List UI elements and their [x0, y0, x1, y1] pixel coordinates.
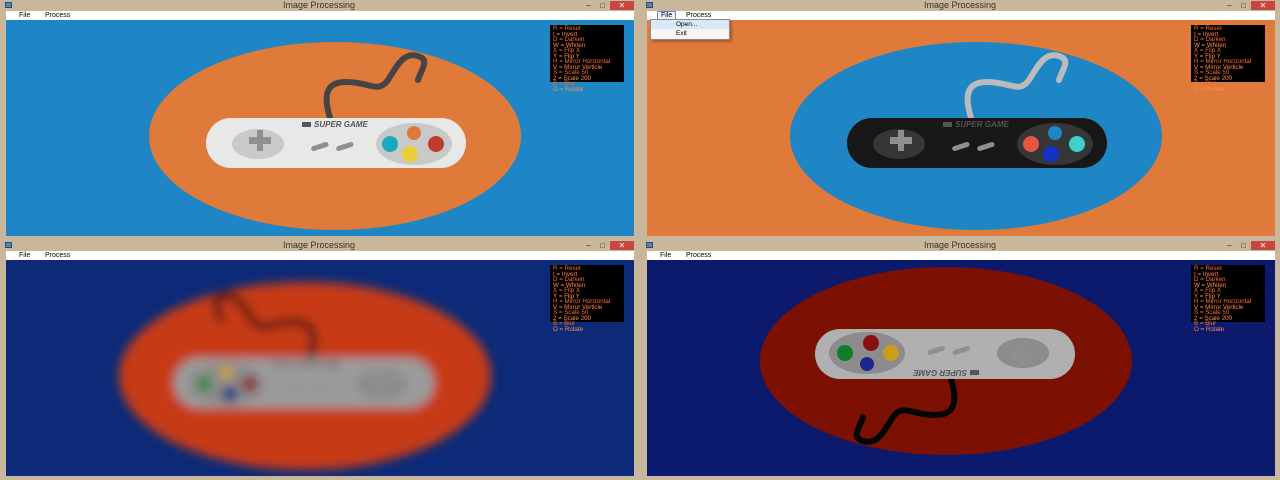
- brand-logo-icon: [970, 370, 979, 375]
- controller-brand-text: SUPER GAME: [913, 368, 967, 377]
- face-button: [860, 357, 874, 371]
- menu-bar: File Process: [6, 11, 634, 20]
- shortcut-legend: R = Reset I = Invert D = Darken W = Whiten X…: [1191, 25, 1265, 92]
- title-bar[interactable]: Image Processing – □ ✕: [643, 240, 1277, 251]
- menu-bar: File Process: [647, 251, 1275, 260]
- face-button: [222, 386, 238, 402]
- shortcut-legend: R = Reset I = Invert D = Darken W = Whiten X…: [550, 25, 624, 92]
- brand-logo-icon: [943, 122, 952, 127]
- face-button: [382, 136, 398, 152]
- face-button: [428, 136, 444, 152]
- minimize-button[interactable]: –: [582, 1, 595, 10]
- controller-brand-text: SUPER GAME: [314, 120, 368, 129]
- image-processing-window-3: Image Processing – □ ✕ File Process SUPE…: [2, 240, 636, 478]
- menu-file[interactable]: File: [16, 251, 33, 260]
- image-processing-window-4: Image Processing – □ ✕ File Process SUPE…: [643, 240, 1277, 478]
- brand-logo-icon: [302, 122, 311, 127]
- shortcut-legend: R = Reset I = Invert D = Darken W = Whiten X…: [1191, 265, 1265, 332]
- minimize-button[interactable]: –: [582, 241, 595, 250]
- shortcut-legend: R = Reset I = Invert D = Darken W = Whiten X…: [550, 265, 624, 332]
- brand-logo-icon: [329, 362, 338, 367]
- menu-open-item[interactable]: Open...: [651, 20, 729, 29]
- legend-line: O = Rotate: [553, 325, 584, 333]
- title-bar[interactable]: Image Processing – □ ✕: [2, 240, 636, 251]
- legend-line: O = Rotate: [553, 85, 584, 93]
- title-bar[interactable]: Image Processing – □ ✕: [2, 0, 636, 11]
- maximize-button[interactable]: □: [596, 241, 609, 250]
- controller-scene: SUPER GAME: [119, 282, 491, 470]
- face-button: [1023, 136, 1039, 152]
- close-button[interactable]: ✕: [1251, 1, 1275, 10]
- controller-brand-text: SUPER GAME: [272, 360, 326, 369]
- face-button: [402, 146, 418, 162]
- close-button[interactable]: ✕: [1251, 241, 1275, 250]
- controller-scene: SUPER GAME: [760, 267, 1132, 455]
- face-button: [407, 126, 421, 140]
- close-button[interactable]: ✕: [610, 241, 634, 250]
- controller-brand-text: SUPER GAME: [955, 120, 1009, 129]
- controller-scene: SUPER GAME: [790, 42, 1162, 230]
- menu-exit-item[interactable]: Exit: [651, 29, 729, 38]
- face-button: [883, 345, 899, 361]
- controller-image: SUPER GAME: [6, 260, 634, 476]
- face-button: [1048, 126, 1062, 140]
- image-processing-window-2: Image Processing – □ ✕ File Process SUPE…: [643, 0, 1277, 238]
- face-button: [863, 335, 879, 351]
- file-dropdown-menu: Open... Exit: [650, 19, 730, 40]
- face-button: [196, 376, 212, 392]
- controller-image: SUPER GAME: [647, 260, 1275, 476]
- window-title: Image Processing: [923, 240, 997, 250]
- face-button: [1043, 146, 1059, 162]
- image-canvas: SUPER GAME R = Reset I = Invert D = Darken…: [647, 260, 1275, 476]
- controller-image: SUPER GAME: [647, 20, 1275, 236]
- maximize-button[interactable]: □: [1237, 1, 1250, 10]
- controller-scene: SUPER GAME: [149, 42, 521, 230]
- menu-bar: File Process: [6, 251, 634, 260]
- close-button[interactable]: ✕: [610, 1, 634, 10]
- image-canvas: SUPER GAME R = Reset I = Invert D = Darken…: [647, 20, 1275, 236]
- minimize-button[interactable]: –: [1223, 1, 1236, 10]
- face-button: [837, 345, 853, 361]
- controller-image: SUPER GAME: [6, 20, 634, 236]
- title-bar[interactable]: Image Processing – □ ✕: [643, 0, 1277, 11]
- face-button: [242, 376, 258, 392]
- menu-process[interactable]: Process: [42, 251, 73, 260]
- legend-line: O = Rotate: [1194, 325, 1225, 333]
- menu-file[interactable]: File: [16, 11, 33, 20]
- face-button: [1069, 136, 1085, 152]
- face-button: [219, 366, 233, 380]
- window-title: Image Processing: [923, 0, 997, 10]
- maximize-button[interactable]: □: [596, 1, 609, 10]
- menu-bar: File Process: [647, 11, 1275, 20]
- image-canvas: SUPER GAME R = Reset I = Invert D = Darken…: [6, 20, 634, 236]
- menu-process[interactable]: Process: [683, 251, 714, 260]
- image-canvas: SUPER GAME R = Reset I = Invert D = Darken…: [6, 260, 634, 476]
- window-title: Image Processing: [282, 0, 356, 10]
- window-title: Image Processing: [282, 240, 356, 250]
- legend-line: O = Rotate: [1194, 85, 1225, 93]
- image-processing-window-1: Image Processing – □ ✕ File Process SUPE…: [2, 0, 636, 238]
- maximize-button[interactable]: □: [1237, 241, 1250, 250]
- minimize-button[interactable]: –: [1223, 241, 1236, 250]
- menu-file[interactable]: File: [657, 251, 674, 260]
- menu-process[interactable]: Process: [42, 11, 73, 20]
